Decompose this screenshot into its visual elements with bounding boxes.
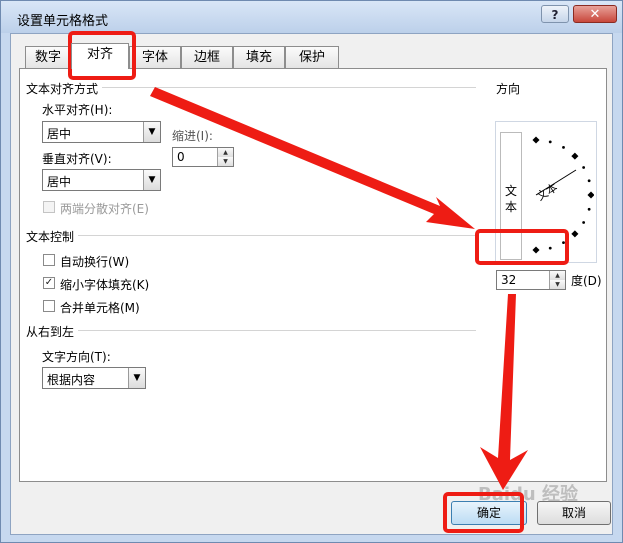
indent-label: 缩进(I): xyxy=(172,129,213,143)
text-direction-value: 根据内容 xyxy=(47,373,96,387)
tab-alignment[interactable]: 对齐 xyxy=(71,43,129,69)
indent-value: 0 xyxy=(177,150,185,164)
close-button[interactable]: ✕ xyxy=(573,5,617,23)
degrees-spinner[interactable]: 32 ▲ ▼ xyxy=(496,270,566,290)
vertical-text-toggle[interactable]: 文本 xyxy=(500,132,522,260)
merge-cells-checkbox[interactable] xyxy=(43,300,55,312)
dial-tick-mark[interactable] xyxy=(548,246,552,250)
orientation-dial[interactable]: 文本 xyxy=(524,130,594,260)
horizontal-align-label: 水平对齐(H): xyxy=(42,103,113,117)
distributed-label: 两端分散对齐(E) xyxy=(60,202,149,216)
dial-tick-mark[interactable] xyxy=(582,221,586,224)
text-alignment-group-label: 文本对齐方式 xyxy=(26,80,103,97)
tab-fill[interactable]: 填充 xyxy=(233,46,285,68)
title-bar[interactable]: 设置单元格格式 ? ✕ xyxy=(1,1,622,33)
wrap-text-label[interactable]: 自动换行(W) xyxy=(60,253,129,270)
spin-down-icon[interactable]: ▼ xyxy=(217,157,233,166)
watermark: Baidu 经验 xyxy=(478,484,579,505)
alignment-tab-panel: 文本对齐方式 水平对齐(H): 居中 ▼ 缩进(I): 0 ▲ ▼ 垂直对齐(V… xyxy=(19,68,607,482)
orientation-group-label: 方向 xyxy=(496,82,521,96)
text-control-group-label: 文本控制 xyxy=(26,228,79,245)
indent-spinner[interactable]: 0 ▲ ▼ xyxy=(172,147,234,167)
dial-tick-mark[interactable] xyxy=(571,230,579,238)
tab-protection[interactable]: 保护 xyxy=(285,46,339,68)
distributed-checkbox[interactable] xyxy=(43,201,55,213)
vertical-align-value: 居中 xyxy=(47,175,72,189)
merge-cells-label[interactable]: 合并单元格(M) xyxy=(60,299,140,316)
dial-tick-mark[interactable] xyxy=(548,140,552,144)
shrink-to-fit-checkbox[interactable]: ✓ xyxy=(43,277,55,289)
orientation-dial-text: 文本 xyxy=(534,180,560,204)
dialog-body: 数字 对齐 字体 边框 填充 保护 文本对齐方式 水平对齐(H): 居中 ▼ 缩… xyxy=(10,33,613,535)
degrees-value[interactable]: 32 xyxy=(501,273,516,287)
dial-tick-mark[interactable] xyxy=(571,152,579,160)
group-divider xyxy=(26,235,476,236)
orientation-box: 文本 文本 xyxy=(495,121,597,263)
help-button[interactable]: ? xyxy=(541,5,569,23)
tab-font[interactable]: 字体 xyxy=(129,46,181,68)
tab-number[interactable]: 数字 xyxy=(25,46,71,68)
vertical-text-label: 文本 xyxy=(505,184,518,214)
text-direction-label: 文字方向(T): xyxy=(42,350,111,364)
dial-tick-mark[interactable] xyxy=(532,136,540,144)
dial-tick-mark[interactable] xyxy=(582,166,586,169)
degrees-label: 度(D) xyxy=(571,274,602,288)
vertical-align-label: 垂直对齐(V): xyxy=(42,152,112,166)
dial-tick-mark[interactable] xyxy=(532,246,540,254)
horizontal-align-value: 居中 xyxy=(47,127,72,141)
format-cells-dialog: 设置单元格格式 ? ✕ 数字 对齐 字体 边框 填充 保护 文本对齐方式 水平对… xyxy=(0,0,623,543)
vertical-align-select[interactable]: 居中 ▼ xyxy=(42,169,161,191)
shrink-to-fit-label[interactable]: 缩小字体填充(K) xyxy=(60,276,149,293)
rtl-group-label: 从右到左 xyxy=(26,323,79,340)
tab-border[interactable]: 边框 xyxy=(181,46,233,68)
dial-tick-mark[interactable] xyxy=(587,179,591,183)
spin-down-icon[interactable]: ▼ xyxy=(549,280,565,289)
dial-tick-mark[interactable] xyxy=(562,241,565,245)
group-divider xyxy=(26,330,476,331)
dropdown-arrow-icon[interactable]: ▼ xyxy=(143,170,160,190)
dialog-title: 设置单元格格式 xyxy=(17,14,109,29)
dial-tick-mark[interactable] xyxy=(587,191,594,199)
text-direction-select[interactable]: 根据内容 ▼ xyxy=(42,367,146,389)
wrap-text-checkbox[interactable] xyxy=(43,254,55,266)
horizontal-align-select[interactable]: 居中 ▼ xyxy=(42,121,161,143)
dial-tick-mark[interactable] xyxy=(562,145,565,149)
dial-tick-mark[interactable] xyxy=(587,207,591,211)
dropdown-arrow-icon[interactable]: ▼ xyxy=(143,122,160,142)
dropdown-arrow-icon[interactable]: ▼ xyxy=(128,368,145,388)
